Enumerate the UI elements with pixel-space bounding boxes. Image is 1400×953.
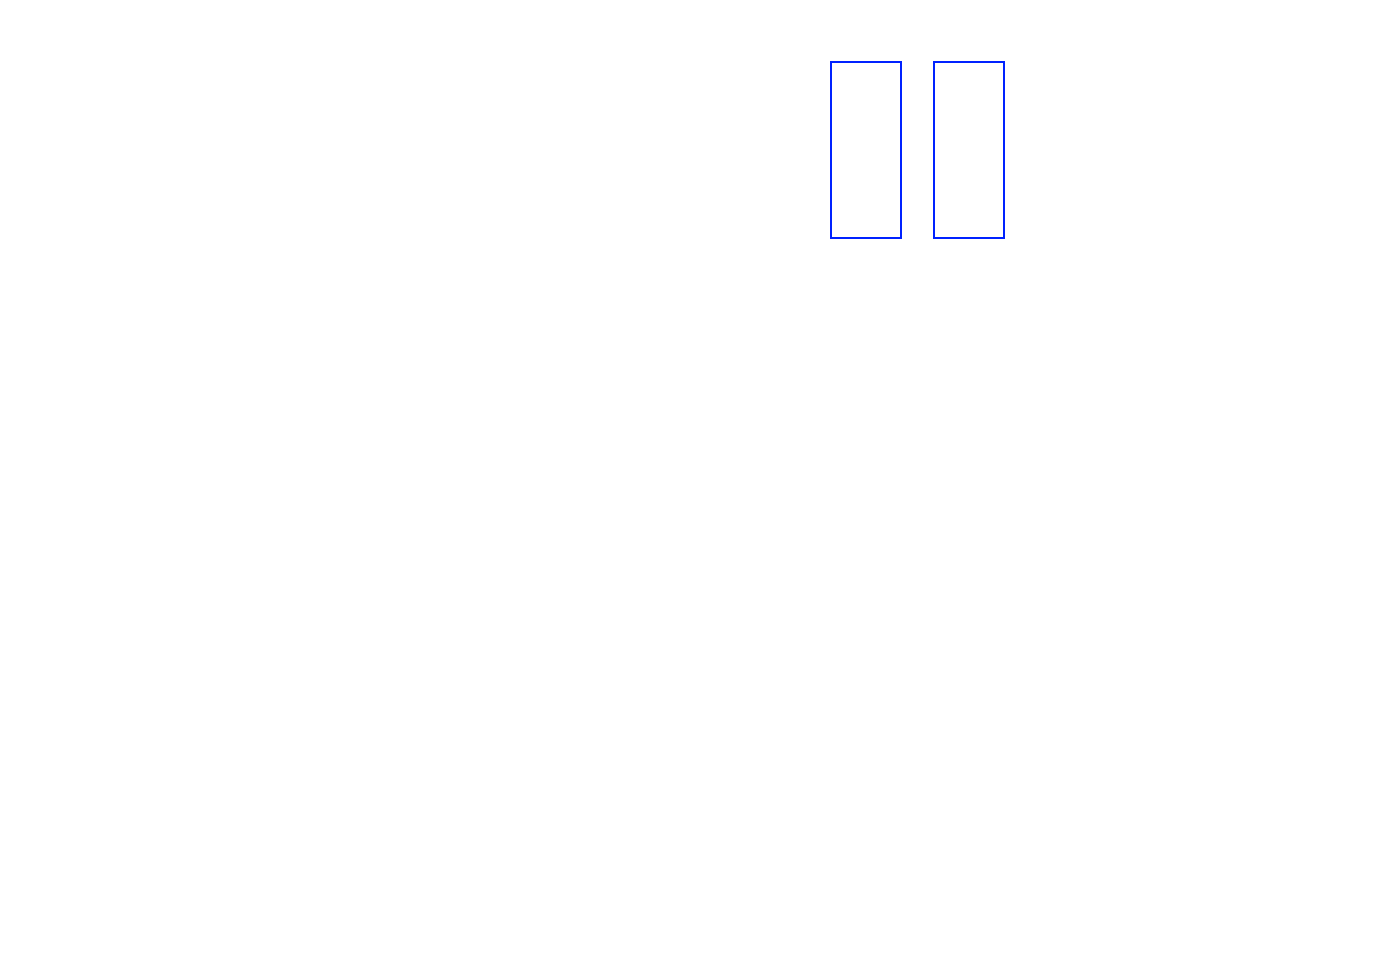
withsky-image bbox=[832, 63, 900, 237]
hsc-dex-line bbox=[68, 483, 72, 498]
hsc-cutout-image bbox=[443, 531, 588, 678]
clean-image bbox=[935, 63, 1003, 237]
fiber-positions-image bbox=[68, 531, 218, 678]
emission-line-labels bbox=[110, 258, 1297, 352]
elixer-report-page bbox=[0, 0, 1400, 953]
plots-vector-layer bbox=[0, 0, 1400, 953]
lineflux-map-image bbox=[257, 531, 403, 678]
cleanimage-frame bbox=[933, 61, 1005, 239]
summary-header bbox=[155, 4, 271, 19]
header-datetime-version bbox=[1316, 4, 1334, 19]
withsky-image-frame bbox=[830, 61, 902, 239]
